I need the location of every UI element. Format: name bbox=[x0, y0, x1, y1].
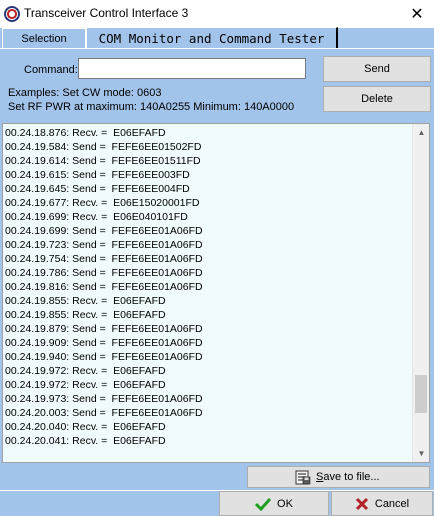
scroll-down-icon[interactable]: ▼ bbox=[413, 445, 429, 462]
log-line: 00.24.19.855: Recv. = E06EFAFD bbox=[5, 295, 166, 307]
log-line: 00.24.19.855: Recv. = E06EFAFD bbox=[5, 309, 166, 321]
close-button[interactable]: ✕ bbox=[400, 0, 434, 28]
log-line: 00.24.20.040: Recv. = E06EFAFD bbox=[5, 421, 166, 433]
log-line: 00.24.19.973: Send = FEFE6EE01A06FD bbox=[5, 393, 203, 405]
scroll-up-icon[interactable]: ▲ bbox=[413, 124, 429, 141]
log-lines: 00.24.18.876: Recv. = E06EFAFD 00.24.19.5… bbox=[5, 126, 411, 462]
cancel-x-icon bbox=[355, 497, 368, 510]
save-to-file-button[interactable]: Save to file... bbox=[247, 466, 430, 488]
log-line: 00.24.19.879: Send = FEFE6EE01A06FD bbox=[5, 323, 203, 335]
log-line: 00.24.19.723: Send = FEFE6EE01A06FD bbox=[5, 239, 203, 251]
log-line: 00.24.19.614: Send = FEFE6EE01511FD bbox=[5, 155, 201, 167]
tab-com-monitor-label: COM Monitor and Command Tester bbox=[98, 30, 325, 46]
log-line: 00.24.19.972: Recv. = E06EFAFD bbox=[5, 379, 166, 391]
window-title: Transceiver Control Interface 3 bbox=[24, 6, 189, 20]
example-rf-power: Set RF PWR at maximum: 140A0255 Minimum:… bbox=[8, 101, 295, 113]
log-line: 00.24.20.003: Send = FEFE6EE01A06FD bbox=[5, 407, 203, 419]
com-log[interactable]: 00.24.18.876: Recv. = E06EFAFD 00.24.19.5… bbox=[2, 123, 430, 463]
app-icon bbox=[4, 6, 20, 22]
title-bar: Transceiver Control Interface 3 ✕ bbox=[0, 0, 434, 28]
log-line: 00.24.19.699: Send = FEFE6EE01A06FD bbox=[5, 225, 203, 237]
example-cw-mode: Examples: Set CW mode: 0603 bbox=[8, 87, 162, 99]
log-line: 00.24.19.615: Send = FEFE6EE003FD bbox=[5, 169, 190, 181]
tab-selection-label: Selection bbox=[21, 32, 67, 45]
tab-strip: Selection COM Monitor and Command Tester bbox=[0, 27, 434, 48]
log-line: 00.24.19.940: Send = FEFE6EE01A06FD bbox=[5, 351, 203, 363]
cancel-button[interactable]: Cancel bbox=[331, 491, 433, 516]
log-line: 00.24.19.909: Send = FEFE6EE01A06FD bbox=[5, 337, 203, 349]
log-line: 00.24.19.754: Send = FEFE6EE01A06FD bbox=[5, 253, 203, 265]
log-line: 00.24.19.816: Send = FEFE6EE01A06FD bbox=[5, 281, 203, 293]
scroll-thumb[interactable] bbox=[415, 375, 427, 414]
command-input[interactable] bbox=[78, 58, 306, 79]
send-button[interactable]: Send bbox=[323, 56, 431, 82]
check-icon bbox=[255, 497, 272, 511]
log-scrollbar[interactable]: ▲ ▼ bbox=[412, 124, 429, 462]
log-line: 00.24.19.645: Send = FEFE6EE004FD bbox=[5, 183, 190, 195]
save-file-icon bbox=[295, 470, 311, 485]
log-line: 00.24.19.972: Recv. = E06EFAFD bbox=[5, 365, 166, 377]
delete-button[interactable]: Delete bbox=[323, 86, 431, 112]
com-monitor-panel: Command: Send Delete Examples: Set CW mo… bbox=[0, 48, 434, 516]
tab-com-monitor[interactable]: COM Monitor and Command Tester bbox=[86, 27, 338, 48]
log-line: 00.24.19.699: Recv. = E06E040101FD bbox=[5, 211, 188, 223]
command-label: Command: bbox=[24, 64, 78, 76]
ok-button[interactable]: OK bbox=[219, 491, 329, 516]
log-line: 00.24.18.876: Recv. = E06EFAFD bbox=[5, 127, 166, 139]
ok-label: OK bbox=[277, 497, 293, 510]
tab-selection[interactable]: Selection bbox=[2, 28, 86, 48]
log-line: 00.24.20.041: Recv. = E06EFAFD bbox=[5, 435, 166, 447]
close-icon: ✕ bbox=[410, 6, 424, 23]
log-line: 00.24.19.584: Send = FEFE6EE01502FD bbox=[5, 141, 202, 153]
log-line: 00.24.19.677: Recv. = E06E15020001FD bbox=[5, 197, 200, 209]
save-to-file-label: Save to file... bbox=[316, 471, 380, 483]
log-line: 00.24.19.786: Send = FEFE6EE01A06FD bbox=[5, 267, 203, 279]
cancel-label: Cancel bbox=[374, 497, 410, 510]
